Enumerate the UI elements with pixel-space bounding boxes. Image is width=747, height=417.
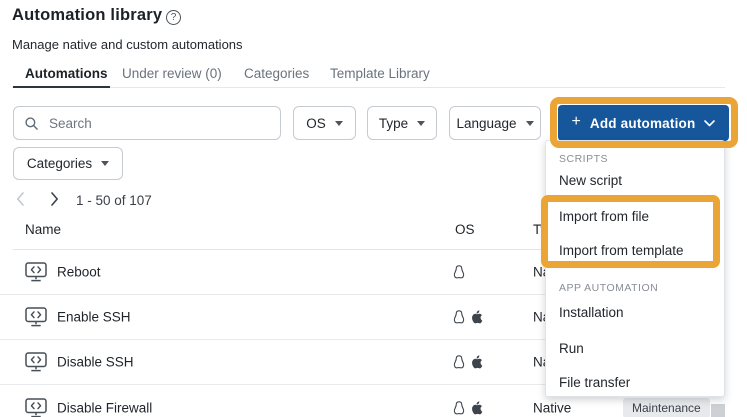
tabbar-divider <box>12 87 725 88</box>
page-title: Automation library <box>12 6 163 24</box>
os-filter-label: OS <box>306 115 326 131</box>
menu-item-new-script[interactable]: New script <box>559 173 622 188</box>
automation-name: Enable SSH <box>57 309 131 325</box>
search-input-wrapper <box>13 106 281 140</box>
os-icons <box>453 400 483 415</box>
tab-template-library[interactable]: Template Library <box>330 66 430 81</box>
automation-name: Disable SSH <box>57 354 134 370</box>
linux-icon <box>453 265 465 279</box>
language-filter-dropdown[interactable]: Language <box>449 106 541 140</box>
apple-icon <box>472 400 483 414</box>
add-automation-label: Add automation <box>589 115 696 131</box>
search-icon <box>25 116 38 130</box>
menu-item-file-transfer[interactable]: File transfer <box>559 375 630 390</box>
os-icons <box>453 355 483 369</box>
column-header-os[interactable]: OS <box>455 222 475 237</box>
pagination-range: 1 - 50 of 107 <box>76 193 152 208</box>
caret-down-icon <box>334 120 343 126</box>
chevron-down-icon <box>704 119 716 126</box>
column-header-name[interactable]: Name <box>25 222 61 237</box>
os-icons <box>453 265 465 279</box>
active-tab-underline <box>13 86 110 88</box>
pagination-prev-button[interactable] <box>16 192 25 209</box>
categories-filter-dropdown[interactable]: Categories <box>13 147 123 180</box>
linux-icon <box>453 400 465 414</box>
tab-under-review[interactable]: Under review (0) <box>122 66 222 81</box>
categories-filter-label: Categories <box>26 156 93 171</box>
chevron-right-icon <box>51 192 58 206</box>
tab-categories[interactable]: Categories <box>244 66 309 81</box>
type-filter-dropdown[interactable]: Type <box>367 106 437 140</box>
caret-down-icon <box>101 161 110 166</box>
type-filter-label: Type <box>378 115 409 131</box>
os-filter-dropdown[interactable]: OS <box>293 106 356 140</box>
add-automation-button[interactable]: + Add automation <box>558 105 729 141</box>
tab-automations[interactable]: Automations <box>25 66 108 81</box>
script-monitor-icon <box>25 262 47 282</box>
apple-icon <box>472 355 483 369</box>
menu-section-scripts: SCRIPTS <box>559 153 609 165</box>
automation-library-page: Automation library ? Manage native and c… <box>0 0 747 417</box>
linux-icon <box>453 355 465 369</box>
apple-icon <box>472 310 483 324</box>
search-input[interactable] <box>47 114 270 132</box>
menu-item-import-from-file[interactable]: Import from file <box>559 209 649 224</box>
plus-icon: + <box>571 113 581 130</box>
category-badge: Maintenance <box>623 397 710 417</box>
language-filter-label: Language <box>456 115 517 131</box>
script-monitor-icon <box>25 307 47 327</box>
caret-down-icon <box>525 120 534 126</box>
automation-name: Disable Firewall <box>57 400 153 415</box>
os-icons <box>453 310 483 324</box>
menu-section-app-automation: APP AUTOMATION <box>559 282 659 294</box>
help-circle-icon[interactable]: ? <box>166 10 181 25</box>
pagination-next-button[interactable] <box>50 192 59 209</box>
add-automation-menu: SCRIPTS New script Import from file Impo… <box>545 140 725 397</box>
linux-icon <box>453 310 465 324</box>
menu-item-run[interactable]: Run <box>559 341 584 356</box>
caret-down-icon <box>417 120 426 126</box>
automation-name: Reboot <box>57 264 101 280</box>
script-monitor-icon <box>25 352 47 372</box>
help-glyph: ? <box>170 12 177 23</box>
menu-item-installation[interactable]: Installation <box>559 305 624 320</box>
script-monitor-icon <box>25 397 47 417</box>
automation-type: Native <box>533 400 572 415</box>
menu-item-import-from-template[interactable]: Import from template <box>559 243 684 258</box>
chevron-left-icon <box>16 192 24 206</box>
page-subtitle: Manage native and custom automations <box>12 37 243 52</box>
badge-fragment <box>711 404 725 417</box>
